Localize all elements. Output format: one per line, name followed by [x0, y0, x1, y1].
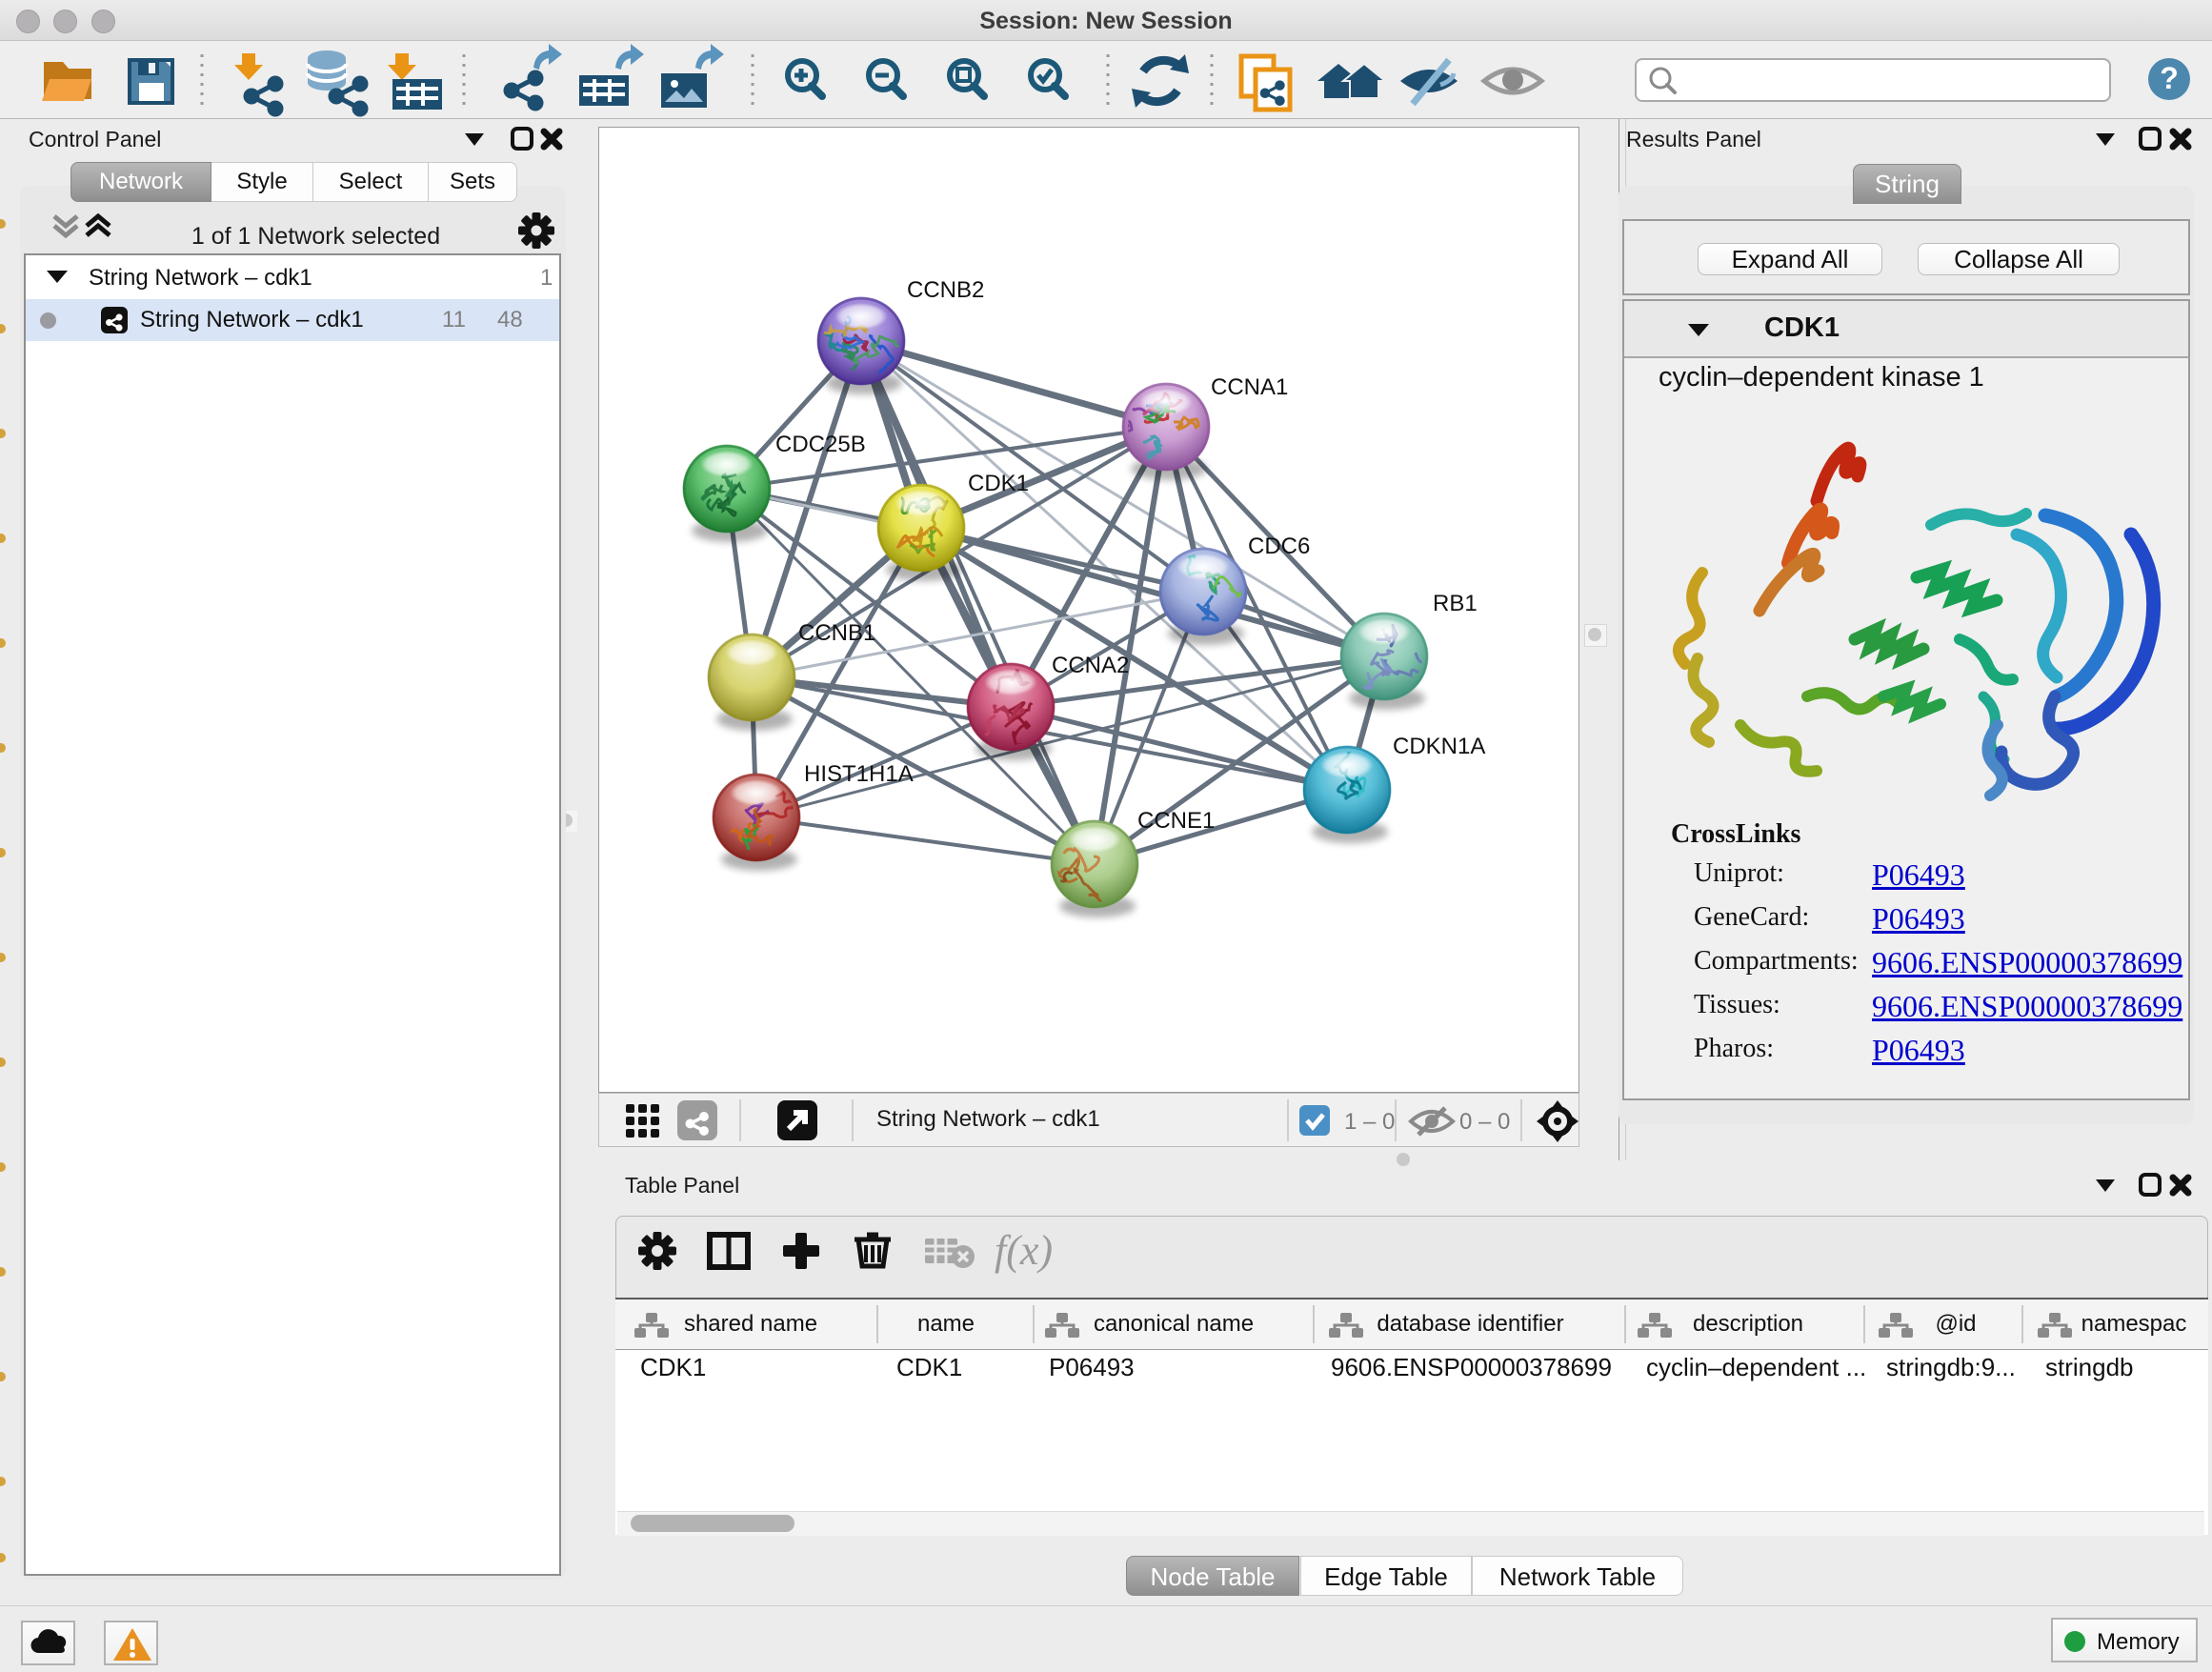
svg-text:CCNA2: CCNA2 — [1052, 653, 1129, 678]
svg-text:CDC6: CDC6 — [1248, 534, 1310, 559]
svg-text:CDC25B: CDC25B — [775, 432, 866, 457]
svg-text:CCNB1: CCNB1 — [798, 620, 875, 646]
svg-text:CCNE1: CCNE1 — [1137, 808, 1215, 834]
svg-text:RB1: RB1 — [1433, 591, 1478, 616]
svg-text:CCNB2: CCNB2 — [907, 277, 984, 303]
svg-text:CDKN1A: CDKN1A — [1393, 734, 1485, 759]
svg-text:HIST1H1A: HIST1H1A — [804, 761, 914, 787]
svg-text:CCNA1: CCNA1 — [1211, 374, 1288, 400]
svg-text:f(x): f(x) — [995, 1227, 1053, 1274]
svg-text:CDK1: CDK1 — [968, 471, 1029, 496]
